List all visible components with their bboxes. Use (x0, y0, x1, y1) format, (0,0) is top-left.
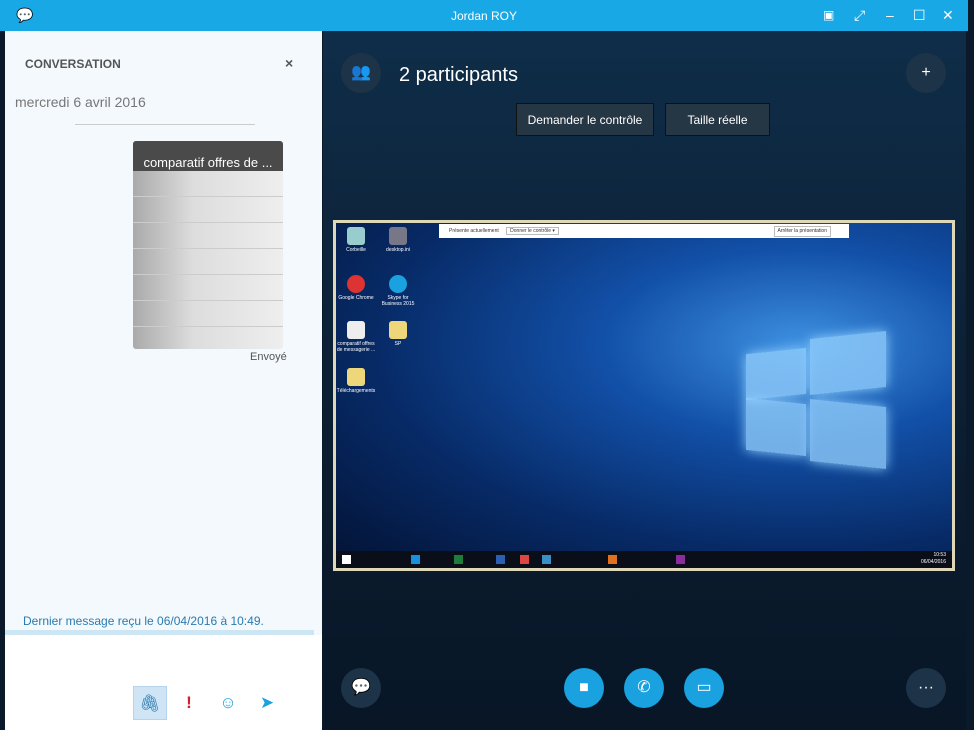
chat-icon[interactable]: 💬 (341, 668, 381, 708)
present-icon[interactable]: ▭ (684, 668, 724, 708)
windows-logo (746, 397, 806, 457)
paperclip-icon[interactable]: 🖇 (133, 686, 167, 720)
conversation-date: mercredi 6 avril 2016 (15, 94, 146, 110)
windows-logo (810, 331, 886, 395)
priority-button[interactable]: ! (172, 686, 206, 720)
divider (75, 124, 255, 125)
file-attachment[interactable]: comparatif offres de ... (133, 141, 283, 349)
maximize-icon[interactable]: ☐ (913, 7, 926, 23)
windows-logo (810, 399, 886, 469)
shared-desktop[interactable]: Présente actuellement Donner le contrôle… (333, 220, 955, 571)
taskbar-app-icon[interactable] (520, 555, 529, 564)
desktop-icon[interactable]: Corbeille (336, 227, 376, 253)
desktop-icon[interactable]: Skype for Business 2015 (378, 275, 418, 307)
give-control-dropdown[interactable]: Donner le contrôle ▾ (506, 227, 559, 235)
remote-taskbar: 10:53 06/04/2016 (336, 551, 952, 568)
start-icon[interactable] (342, 555, 351, 564)
meeting-stage: 👥 2 participants + Demander le contrôle … (323, 31, 966, 730)
close-conversation-button[interactable]: × (285, 55, 293, 71)
taskbar-app-icon[interactable] (496, 555, 505, 564)
more-icon[interactable]: ··· (906, 668, 946, 708)
participants-count: 2 participants (399, 64, 518, 86)
taskbar-app-icon[interactable] (454, 555, 463, 564)
presenting-bar: Présente actuellement Donner le contrôle… (439, 224, 849, 238)
background-desktop (966, 31, 974, 730)
conversation-header: CONVERSATION (25, 57, 121, 71)
taskbar-app-icon[interactable] (411, 555, 420, 564)
desktop-icon[interactable]: desktop.ini (378, 227, 418, 253)
desktop-icon[interactable]: SP (378, 321, 418, 347)
sent-status: Envoyé (250, 351, 287, 363)
request-control-button[interactable]: Demander le contrôle (516, 103, 654, 136)
phone-icon[interactable]: ✆ (624, 668, 664, 708)
last-message-info: Dernier message reçu le 06/04/2016 à 10:… (23, 614, 264, 628)
video-icon[interactable]: ■ (564, 668, 604, 708)
send-icon[interactable]: ➤ (250, 686, 284, 720)
emoji-button[interactable]: ☺ (211, 686, 245, 720)
taskbar-app-icon[interactable] (542, 555, 551, 564)
minimize-icon[interactable]: – (886, 7, 894, 23)
desktop-icon[interactable]: comparatif offres de messagerie ... (336, 321, 376, 353)
desktop-icon[interactable]: Google Chrome (336, 275, 376, 301)
attachment-preview (133, 171, 283, 349)
taskbar-app-icon[interactable] (676, 555, 685, 564)
add-participant-icon[interactable]: + (906, 53, 946, 93)
remote-clock: 10:53 06/04/2016 (920, 552, 946, 565)
attachment-name: comparatif offres de ... (133, 141, 283, 171)
participants-icon[interactable]: 👥 (341, 53, 381, 93)
layout-icon[interactable]: ▣ (823, 7, 834, 23)
close-icon[interactable]: ✕ (942, 7, 954, 23)
presenting-label: Présente actuellement (449, 228, 499, 234)
desktop-icon[interactable]: Téléchargements (336, 368, 376, 394)
stop-presenting-button[interactable]: Arrêter la présentation (773, 226, 831, 237)
title-bar: 💬 Jordan ROY ▣ ⤢ – ☐ ✕ (0, 0, 968, 31)
actual-size-button[interactable]: Taille réelle (665, 103, 770, 136)
windows-logo (746, 347, 806, 401)
fullscreen-icon[interactable]: ⤢ (854, 7, 865, 23)
taskbar-app-icon[interactable] (608, 555, 617, 564)
conversation-panel: CONVERSATION × mercredi 6 avril 2016 com… (5, 31, 322, 730)
